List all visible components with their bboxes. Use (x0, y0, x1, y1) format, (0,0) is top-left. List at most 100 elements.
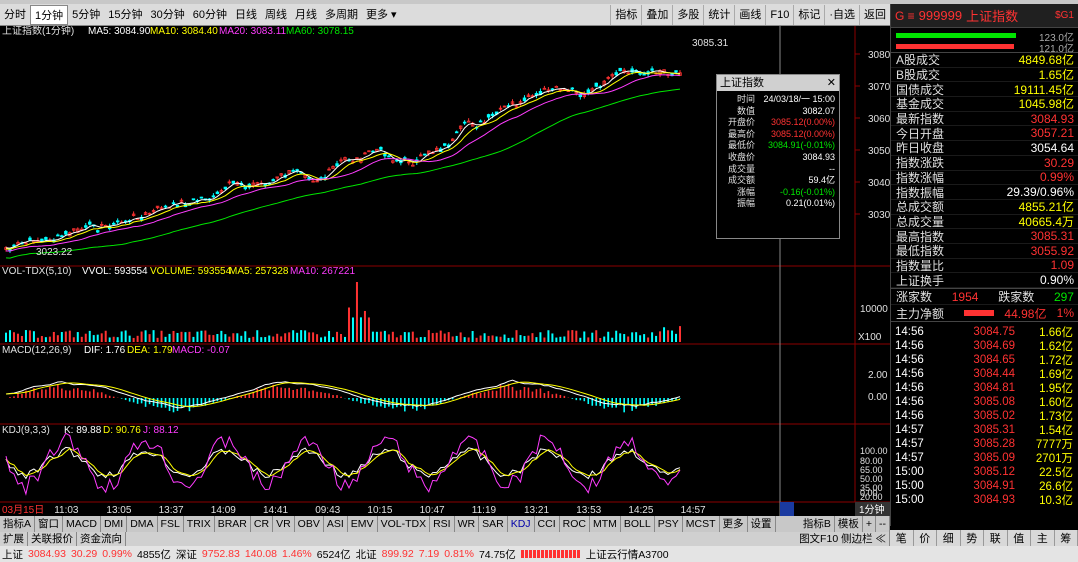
period-tab[interactable]: 30分钟 (147, 5, 189, 25)
tooltip-key: 振幅 (736, 198, 755, 209)
indicator-tab[interactable]: VOL-TDX (378, 516, 431, 532)
toolbar-button[interactable]: 指标 (610, 5, 641, 25)
period-tab[interactable]: 15分钟 (104, 5, 146, 25)
tick-row: 14:56 3084.75 1.66亿 (891, 325, 1078, 339)
high-label: 3085.31 (692, 38, 729, 49)
inflow-bar (896, 33, 1016, 38)
extension-tab[interactable]: 扩展 (0, 532, 28, 546)
indicator-tab[interactable]: 设置 (748, 516, 776, 532)
volume-bar (124, 330, 127, 342)
close-icon[interactable]: ✕ (827, 75, 836, 91)
toolbar-button[interactable]: 画线 (734, 5, 765, 25)
indicator-tab[interactable]: BOLL (621, 516, 655, 532)
indicator-tab[interactable]: VR (273, 516, 295, 532)
sidebar-toggle[interactable]: 图文F10 侧边栏 ≪ (796, 532, 890, 546)
indicator-tab[interactable]: MCST (683, 516, 720, 532)
toolbar-button[interactable]: 标记 (793, 5, 824, 25)
x-axis-label: 14:09 (211, 505, 236, 516)
candle-body (223, 186, 228, 190)
volume-bar (667, 330, 670, 342)
template-tab[interactable]: + (863, 516, 876, 532)
indicator-tab[interactable]: PSY (655, 516, 683, 532)
period-tab[interactable]: 周线 (261, 5, 291, 25)
toolbar-button[interactable]: 返回 (859, 5, 890, 25)
panel-view-tab[interactable]: 价 (914, 530, 937, 546)
template-tab[interactable]: 模板 (835, 516, 863, 532)
panel-view-tab[interactable]: 细 (937, 530, 961, 546)
period-tab[interactable]: 日线 (231, 5, 261, 25)
panel-view-tab[interactable]: 值 (1008, 530, 1031, 546)
tick-row: 14:57 3085.09 2701万 (891, 451, 1078, 465)
tick-price: 3084.81 (973, 382, 1015, 394)
volume-bar (375, 331, 378, 342)
indicator-tab[interactable]: FSL (158, 516, 184, 532)
indicator-tab[interactable]: MACD (63, 516, 101, 532)
indicator-tab[interactable]: SAR (479, 516, 508, 532)
volume-bar (280, 336, 283, 342)
period-button-label[interactable]: 1分钟 (859, 503, 885, 516)
template-tab[interactable]: -- (876, 516, 890, 532)
tooltip-row: 时间 24/03/18/一 15:00 (717, 94, 839, 106)
panel-view-tab[interactable]: 势 (961, 530, 984, 546)
tick-row: 15:00 3085.12 22.5亿 (891, 465, 1078, 479)
tick-row: 14:56 3085.08 1.60亿 (891, 395, 1078, 409)
volume-bar (659, 331, 662, 342)
period-tab[interactable]: 月线 (291, 5, 321, 25)
quote-value: 29.39/0.96% (1006, 185, 1074, 200)
panel-view-tab[interactable]: 主 (1031, 530, 1055, 546)
kdj-ytick: 100.00 (860, 446, 888, 456)
tick-price: 3085.12 (973, 466, 1015, 478)
volume-bar (172, 330, 175, 342)
news-ticker[interactable]: 上证云行情A3700 (586, 547, 669, 562)
indicator-tab[interactable]: 窗口 (35, 516, 64, 532)
period-tab[interactable]: 分时 (0, 5, 30, 25)
volume-bar (603, 336, 606, 342)
period-tab[interactable]: 多周期 (321, 5, 362, 25)
indicator-tab[interactable]: DMA (127, 516, 158, 532)
toolbar-button[interactable]: F10 (765, 5, 793, 25)
indicator-tab[interactable]: ROC (560, 516, 590, 532)
indicator-tab[interactable]: DMI (101, 516, 128, 532)
j-line (5, 432, 681, 496)
indicator-tab[interactable]: TRIX (184, 516, 215, 532)
volume-bar (435, 332, 438, 342)
volume-bar (236, 333, 239, 342)
extension-tab[interactable]: 资金流向 (77, 532, 126, 546)
period-tab[interactable]: 1分钟 (30, 4, 69, 25)
extension-tab[interactable]: 关联报价 (28, 532, 77, 546)
indicator-tab[interactable]: WR (455, 516, 480, 532)
volume-bar (340, 334, 343, 342)
template-tab[interactable]: 指标B (800, 516, 835, 532)
toolbar-button[interactable]: 多股 (672, 5, 703, 25)
volume-bar (228, 336, 231, 342)
period-tab[interactable]: 更多 ▾ (362, 5, 401, 25)
indicator-tab[interactable]: KDJ (508, 516, 535, 532)
toolbar-button[interactable]: 叠加 (641, 5, 672, 25)
panel-view-tab[interactable]: 联 (984, 530, 1008, 546)
volume-bar (96, 334, 99, 342)
period-tab[interactable]: 5分钟 (68, 5, 104, 25)
volume-bar (168, 333, 171, 342)
candle-body (60, 235, 64, 238)
toolbar-button[interactable]: 统计 (703, 5, 734, 25)
volume-bar (635, 332, 638, 342)
panel-view-tab[interactable]: 筹 (1055, 530, 1078, 546)
volume-bar (16, 333, 19, 342)
indicator-tab[interactable]: EMV (348, 516, 378, 532)
indicator-tab[interactable]: CR (251, 516, 274, 532)
indicator-tab[interactable]: CCI (535, 516, 560, 532)
indicator-tab[interactable]: MTM (590, 516, 621, 532)
toolbar-button[interactable]: ·自选 (824, 5, 859, 25)
indicator-tab[interactable]: BRAR (215, 516, 251, 532)
ma10-line (5, 72, 681, 250)
indicator-tab[interactable]: 指标A (0, 516, 36, 532)
indicator-tab[interactable]: OBV (295, 516, 324, 532)
panel-view-tab[interactable]: 笔 (890, 530, 914, 546)
indicator-tab[interactable]: 更多 (720, 516, 748, 532)
indicator-tab[interactable]: ASI (324, 516, 348, 532)
volume-bar (463, 337, 466, 342)
indicator-tab[interactable]: RSI (430, 516, 455, 532)
candle-body (490, 113, 495, 116)
period-tab[interactable]: 60分钟 (189, 5, 231, 25)
candle-body (586, 89, 590, 94)
